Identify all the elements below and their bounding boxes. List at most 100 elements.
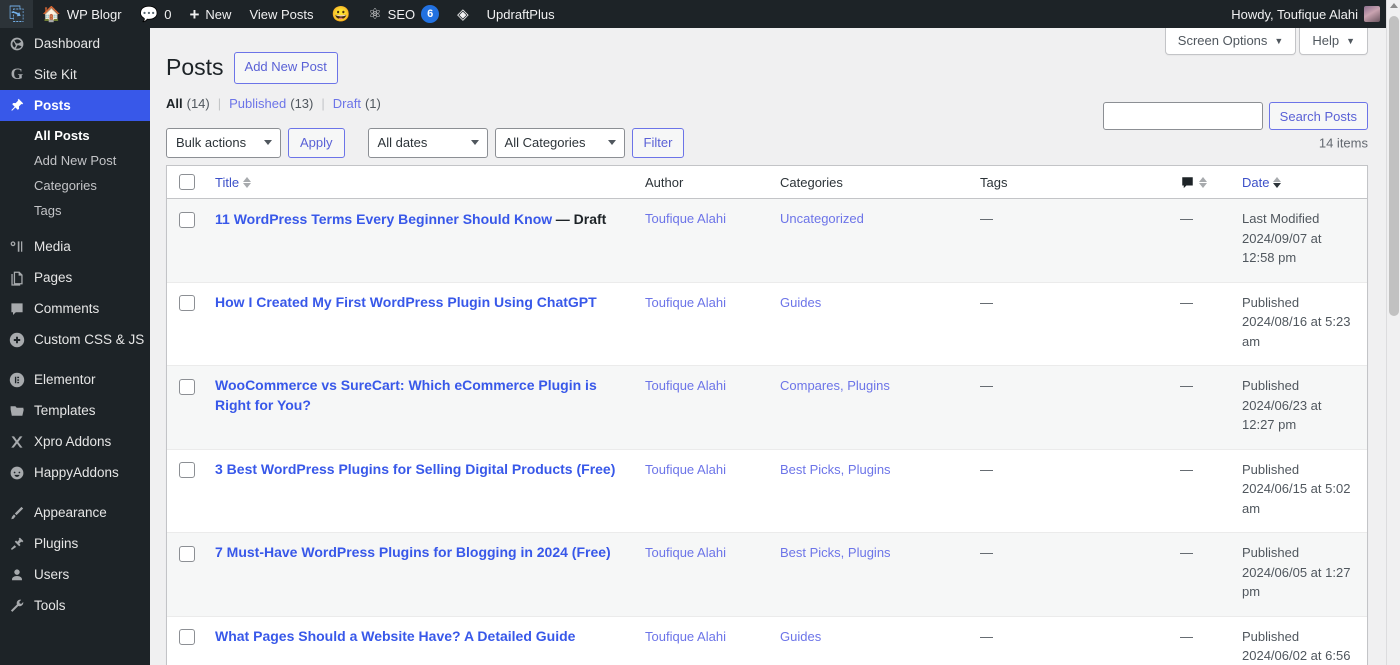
chevron-down-icon bbox=[264, 139, 272, 145]
sidebar-subitem-add-new-post[interactable]: Add New Post bbox=[0, 148, 150, 173]
post-title-link[interactable]: What Pages Should a Website Have? A Deta… bbox=[215, 628, 575, 644]
table-row: 11 WordPress Terms Every Beginner Should… bbox=[167, 199, 1367, 282]
sidebar-submenu-posts: All Posts Add New Post Categories Tags bbox=[0, 121, 150, 231]
table-row: WooCommerce vs SureCart: Which eCommerce… bbox=[167, 365, 1367, 449]
category-link[interactable]: Guides bbox=[780, 629, 821, 644]
adminbar-my-account[interactable]: Howdy, Toufique Alahi bbox=[1222, 0, 1400, 28]
row-checkbox[interactable] bbox=[179, 295, 195, 312]
sidebar-item-elementor[interactable]: Elementor bbox=[0, 364, 150, 395]
help-button[interactable]: Help ▼ bbox=[1299, 28, 1368, 55]
row-checkbox[interactable] bbox=[179, 462, 195, 479]
view-count-draft: (1) bbox=[364, 95, 381, 111]
category-link[interactable]: Guides bbox=[780, 295, 821, 310]
sort-arrows-icon bbox=[243, 176, 252, 188]
category-link[interactable]: Best Picks, Plugins bbox=[780, 545, 891, 560]
sidebar-subitem-tags[interactable]: Tags bbox=[0, 198, 150, 223]
row-date-cell: Published 2024/06/02 at 6:56 am bbox=[1232, 615, 1367, 665]
date-filter-select[interactable]: All dates bbox=[367, 127, 488, 158]
sidebar-item-xpro-addons[interactable]: Xpro Addons bbox=[0, 426, 150, 457]
sidebar-item-happyaddons[interactable]: HappyAddons bbox=[0, 457, 150, 488]
sidebar-item-label: Posts bbox=[34, 98, 71, 113]
screen-options-button[interactable]: Screen Options ▼ bbox=[1164, 28, 1297, 55]
sidebar-item-comments[interactable]: Comments bbox=[0, 293, 150, 324]
apply-button[interactable]: Apply bbox=[288, 127, 345, 158]
author-link[interactable]: Toufique Alahi bbox=[645, 545, 726, 560]
row-categories-cell: Best Picks, Plugins bbox=[770, 532, 970, 616]
sidebar-item-posts[interactable]: Posts bbox=[0, 90, 150, 121]
sidebar-item-plugins[interactable]: Plugins bbox=[0, 528, 150, 559]
sidebar-subitem-categories[interactable]: Categories bbox=[0, 173, 150, 198]
comment-bubble-icon bbox=[0, 301, 34, 317]
column-header-date: Date bbox=[1232, 165, 1367, 200]
post-title-link[interactable]: 3 Best WordPress Plugins for Selling Dig… bbox=[215, 461, 615, 477]
column-label-categories: Categories bbox=[780, 174, 843, 190]
row-author-cell: Toufique Alahi bbox=[635, 199, 770, 282]
post-title-link[interactable]: 11 WordPress Terms Every Beginner Should… bbox=[215, 211, 552, 227]
view-link-draft[interactable]: Draft bbox=[333, 96, 361, 111]
sidebar-separator bbox=[0, 488, 150, 497]
add-new-post-button[interactable]: Add New Post bbox=[233, 52, 338, 84]
row-author-cell: Toufique Alahi bbox=[635, 615, 770, 665]
post-title-link[interactable]: 7 Must-Have WordPress Plugins for Bloggi… bbox=[215, 544, 611, 560]
scrollbar-thumb[interactable] bbox=[1389, 16, 1399, 316]
adminbar-seo[interactable]: ⚛ SEO 6 bbox=[359, 0, 448, 28]
author-link[interactable]: Toufique Alahi bbox=[645, 295, 726, 310]
wrench-icon bbox=[0, 598, 34, 614]
row-checkbox[interactable] bbox=[179, 211, 195, 228]
post-title-link[interactable]: WooCommerce vs SureCart: Which eCommerce… bbox=[215, 377, 597, 413]
sort-by-comments[interactable] bbox=[1180, 175, 1207, 190]
category-link[interactable]: Compares, Plugins bbox=[780, 378, 890, 393]
sidebar-item-appearance[interactable]: Appearance bbox=[0, 497, 150, 528]
select-all-checkbox[interactable] bbox=[179, 174, 195, 191]
category-filter-select[interactable]: All Categories bbox=[494, 127, 625, 158]
adminbar-happyaddons[interactable]: 😀 bbox=[323, 0, 360, 28]
row-date-cell: Published 2024/06/23 at 12:27 pm bbox=[1232, 365, 1367, 449]
bulk-actions-select[interactable]: Bulk actions bbox=[166, 127, 281, 158]
sidebar-item-templates[interactable]: Templates bbox=[0, 395, 150, 426]
sidebar-item-media[interactable]: Media bbox=[0, 231, 150, 262]
sidebar-item-dashboard[interactable]: Dashboard bbox=[0, 28, 150, 59]
page-scrollbar[interactable] bbox=[1386, 0, 1400, 665]
select-all-header bbox=[167, 165, 205, 200]
adminbar-site-name[interactable]: 🏠 WP Blogr bbox=[33, 0, 130, 28]
author-link[interactable]: Toufique Alahi bbox=[645, 462, 726, 477]
category-link[interactable]: Uncategorized bbox=[780, 211, 864, 226]
category-link[interactable]: Best Picks, Plugins bbox=[780, 462, 891, 477]
view-link-published[interactable]: Published bbox=[229, 96, 286, 111]
sidebar-item-pages[interactable]: Pages bbox=[0, 262, 150, 293]
sidebar-subitem-all-posts[interactable]: All Posts bbox=[0, 123, 150, 148]
row-checkbox[interactable] bbox=[179, 545, 195, 562]
adminbar-view-posts[interactable]: View Posts bbox=[240, 0, 322, 28]
adminbar-elementor[interactable]: ◈ bbox=[448, 0, 478, 28]
sidebar-item-site-kit[interactable]: G Site Kit bbox=[0, 59, 150, 90]
row-author-cell: Toufique Alahi bbox=[635, 448, 770, 533]
row-categories-cell: Guides bbox=[770, 615, 970, 665]
adminbar-updraftplus[interactable]: UpdraftPlus bbox=[478, 0, 564, 28]
seo-notification-badge: 6 bbox=[421, 5, 440, 23]
pages-icon bbox=[0, 270, 34, 286]
row-checkbox[interactable] bbox=[179, 378, 195, 395]
adminbar-new-content[interactable]: + New bbox=[180, 0, 240, 28]
sidebar-item-custom-css-js[interactable]: Custom CSS & JS bbox=[0, 324, 150, 355]
sidebar-item-tools[interactable]: Tools bbox=[0, 590, 150, 621]
search-input[interactable] bbox=[1102, 102, 1263, 130]
author-link[interactable]: Toufique Alahi bbox=[645, 211, 726, 226]
table-body: 11 WordPress Terms Every Beginner Should… bbox=[167, 199, 1367, 665]
adminbar-comments[interactable]: 💬 0 bbox=[131, 0, 181, 28]
sidebar-item-users[interactable]: Users bbox=[0, 559, 150, 590]
view-link-all[interactable]: All bbox=[166, 96, 183, 111]
filter-button[interactable]: Filter bbox=[631, 127, 685, 158]
search-posts-button[interactable]: Search Posts bbox=[1268, 102, 1368, 130]
author-link[interactable]: Toufique Alahi bbox=[645, 378, 726, 393]
comment-bubble-icon: 💬 bbox=[139, 5, 159, 23]
row-checkbox[interactable] bbox=[179, 629, 195, 646]
sort-by-date[interactable]: Date bbox=[1242, 175, 1282, 190]
adminbar-wp-logo[interactable]: ⎘ bbox=[0, 0, 34, 28]
sort-by-title[interactable]: Title bbox=[215, 175, 252, 190]
post-state: — Draft bbox=[555, 211, 607, 228]
scroll-up-arrow-icon[interactable] bbox=[1390, 3, 1398, 8]
author-link[interactable]: Toufique Alahi bbox=[645, 629, 726, 644]
view-count-published: (13) bbox=[290, 95, 314, 111]
post-title-link[interactable]: How I Created My First WordPress Plugin … bbox=[215, 294, 597, 310]
sidebar-item-label: Xpro Addons bbox=[34, 434, 112, 449]
